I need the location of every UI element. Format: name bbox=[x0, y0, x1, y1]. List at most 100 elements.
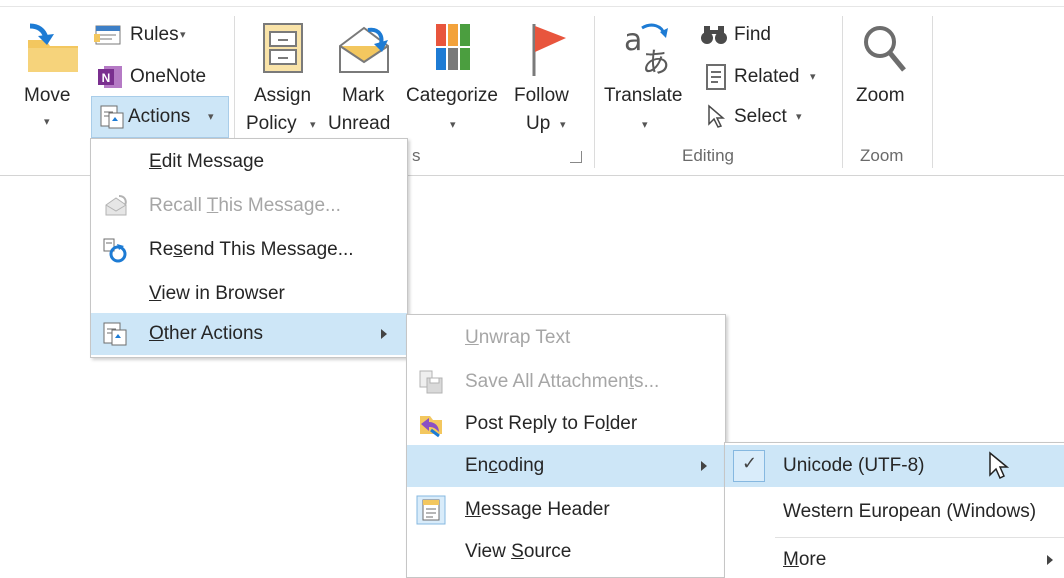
menu-item-save-all-attachments[interactable]: Save All Attachments... bbox=[407, 361, 725, 403]
rules-icon bbox=[94, 25, 121, 45]
select-button[interactable]: Select ▾ bbox=[700, 100, 830, 134]
categorize-label: Categorize bbox=[406, 85, 498, 106]
resend-icon bbox=[103, 238, 127, 263]
menu-item-label: View in Browser bbox=[149, 283, 285, 304]
menu-item-label: Resend This Message... bbox=[149, 239, 354, 260]
related-icon bbox=[706, 64, 726, 90]
actions-menu: Edit Message Recall This Message... Rese… bbox=[90, 138, 408, 358]
zoom-button[interactable]: Zoom bbox=[850, 12, 922, 142]
follow-up-label-line2: Up bbox=[526, 113, 551, 134]
tags-group-label: s bbox=[412, 146, 421, 165]
actions-dropdown-arrow[interactable]: ▾ bbox=[208, 103, 214, 131]
svg-text:a: a bbox=[624, 23, 642, 58]
menu-item-label: More bbox=[783, 549, 827, 570]
menu-item-label: Unicode (UTF-8) bbox=[783, 455, 925, 476]
translate-button[interactable]: a あ Translate ▾ bbox=[602, 12, 692, 142]
assign-policy-label-line2: Policy bbox=[246, 113, 297, 134]
ribbon-top-border bbox=[0, 6, 1064, 7]
mouse-cursor-icon bbox=[989, 451, 1009, 480]
group-separator bbox=[842, 16, 843, 168]
menu-item-label: Unwrap Text bbox=[465, 327, 571, 348]
move-button[interactable]: Move ▾ bbox=[20, 12, 90, 142]
rules-dropdown-arrow[interactable]: ▾ bbox=[180, 21, 186, 49]
submenu-arrow-icon bbox=[1047, 555, 1053, 565]
group-separator bbox=[594, 16, 595, 168]
dialog-launcher-icon[interactable] bbox=[570, 151, 582, 163]
menu-item-label: Save All Attachments... bbox=[465, 371, 660, 392]
follow-up-button[interactable]: Follow Up ▾ bbox=[512, 12, 582, 142]
menu-item-other-actions[interactable]: Other Actions bbox=[91, 313, 407, 355]
recall-icon bbox=[105, 195, 127, 216]
select-cursor-icon bbox=[708, 104, 726, 128]
mark-unread-button[interactable]: Mark Unread bbox=[328, 12, 400, 142]
assign-policy-button[interactable]: Assign Policy ▾ bbox=[244, 12, 324, 142]
find-label: Find bbox=[734, 24, 771, 45]
checkmark-glyph: ✓ bbox=[742, 453, 758, 473]
related-dropdown-arrow[interactable]: ▾ bbox=[810, 63, 816, 91]
move-label: Move bbox=[24, 85, 71, 106]
group-separator bbox=[932, 16, 933, 168]
menu-item-western-european[interactable]: Western European (Windows) bbox=[725, 491, 1064, 533]
submenu-arrow-icon bbox=[701, 461, 707, 471]
select-label: Select bbox=[734, 106, 787, 127]
related-button[interactable]: Related ▾ bbox=[700, 60, 830, 94]
check-icon: ✓ bbox=[733, 450, 765, 482]
move-dropdown-arrow[interactable]: ▾ bbox=[44, 108, 50, 136]
save-attachments-icon bbox=[419, 370, 443, 394]
translate-icon: a あ bbox=[624, 23, 670, 78]
post-reply-icon bbox=[420, 416, 442, 438]
menu-item-label: View Source bbox=[465, 541, 572, 562]
select-dropdown-arrow[interactable]: ▾ bbox=[796, 103, 802, 131]
submenu-arrow-icon bbox=[381, 329, 387, 339]
menu-item-label: Message Header bbox=[465, 499, 610, 520]
onenote-label: OneNote bbox=[130, 66, 207, 87]
mark-unread-label-line1: Mark bbox=[342, 85, 385, 106]
menu-item-label: Edit Message bbox=[149, 151, 265, 172]
assign-policy-label-line1: Assign bbox=[254, 85, 312, 106]
categorize-button[interactable]: Categorize ▾ bbox=[404, 12, 508, 142]
translate-label: Translate bbox=[604, 85, 683, 106]
menu-item-label: Recall This Message... bbox=[149, 195, 341, 216]
move-folder-icon bbox=[28, 23, 78, 72]
menu-item-recall-message[interactable]: Recall This Message... bbox=[91, 185, 407, 227]
menu-item-message-header[interactable]: Message Header bbox=[407, 489, 725, 531]
rules-button[interactable]: Rules ▾ bbox=[94, 18, 204, 52]
menu-item-label: Western European (Windows) bbox=[783, 501, 1037, 522]
menu-item-encoding[interactable]: Encoding bbox=[407, 445, 725, 487]
menu-item-edit-message[interactable]: Edit Message bbox=[91, 141, 407, 183]
menu-item-unicode-utf8[interactable]: ✓ Unicode (UTF-8) bbox=[725, 445, 1064, 487]
related-label: Related bbox=[734, 66, 800, 87]
onenote-icon: N bbox=[98, 66, 122, 88]
onenote-button[interactable]: N OneNote bbox=[94, 60, 224, 94]
assign-policy-icon bbox=[263, 23, 303, 73]
find-button[interactable]: Find bbox=[700, 18, 800, 52]
other-actions-menu: Unwrap Text Save All Attachments... Post… bbox=[406, 314, 726, 578]
categorize-icon bbox=[436, 24, 470, 70]
other-actions-icon bbox=[103, 322, 127, 346]
menu-item-resend-message[interactable]: Resend This Message... bbox=[91, 229, 407, 271]
translate-dropdown-arrow[interactable]: ▾ bbox=[642, 111, 648, 139]
mark-unread-icon bbox=[339, 26, 389, 73]
actions-button[interactable]: Actions ▾ bbox=[91, 96, 229, 138]
mark-unread-label-line2: Unread bbox=[328, 113, 391, 134]
menu-item-label: Other Actions bbox=[149, 323, 264, 344]
menu-item-label: Encoding bbox=[465, 455, 545, 476]
zoom-label: Zoom bbox=[856, 85, 905, 106]
categorize-dropdown-arrow[interactable]: ▾ bbox=[450, 111, 456, 139]
menu-item-label: Post Reply to Folder bbox=[465, 413, 638, 434]
menu-item-unwrap-text[interactable]: Unwrap Text bbox=[407, 317, 725, 359]
flag-icon bbox=[532, 24, 566, 76]
menu-item-more[interactable]: More bbox=[725, 539, 1064, 578]
menu-item-post-reply-to-folder[interactable]: Post Reply to Folder bbox=[407, 403, 725, 445]
svg-text:N: N bbox=[102, 71, 111, 85]
assign-policy-dropdown-arrow[interactable]: ▾ bbox=[310, 111, 316, 139]
magnifier-icon bbox=[864, 26, 906, 72]
follow-up-label-line1: Follow bbox=[514, 85, 569, 106]
follow-up-dropdown-arrow[interactable]: ▾ bbox=[560, 111, 566, 139]
message-header-icon bbox=[416, 495, 446, 525]
menu-separator bbox=[775, 537, 1064, 538]
menu-item-view-source[interactable]: View Source bbox=[407, 531, 725, 573]
svg-text:あ: あ bbox=[642, 46, 670, 78]
editing-group-label: Editing bbox=[682, 146, 734, 165]
menu-item-view-in-browser[interactable]: View in Browser bbox=[91, 273, 407, 315]
